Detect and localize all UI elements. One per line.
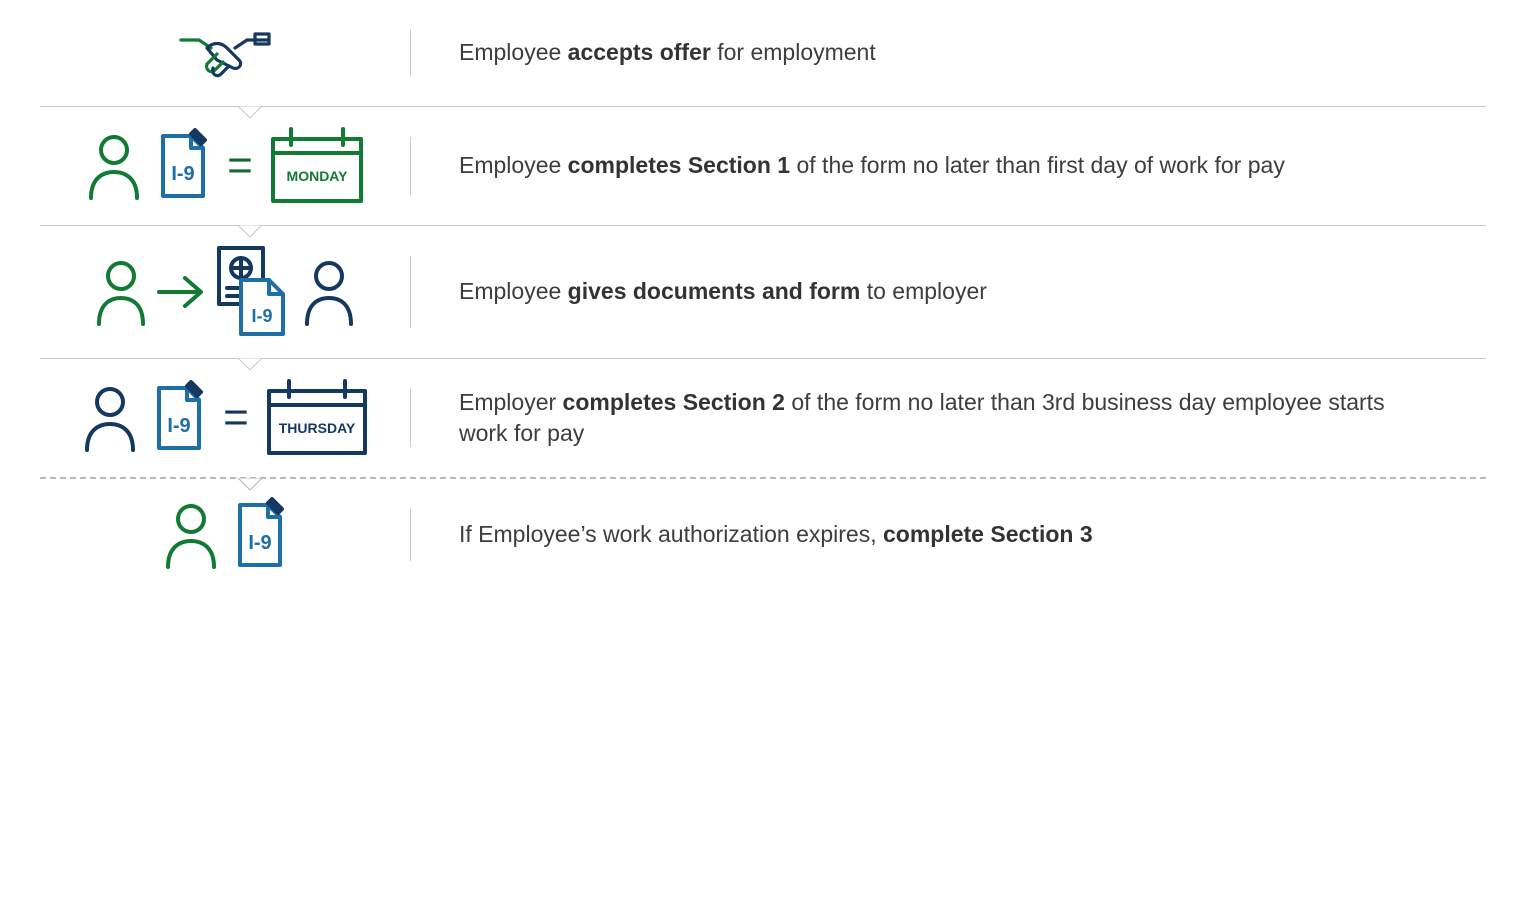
step-1-icons: [40, 18, 410, 88]
svg-text:MONDAY: MONDAY: [286, 168, 348, 184]
step-2-text: Employee completes Section 1 of the form…: [411, 150, 1486, 181]
handshake-icon: [177, 18, 273, 88]
svg-text:I-9: I-9: [251, 306, 272, 326]
step-3-text: Employee gives documents and form to emp…: [411, 276, 1486, 307]
step-5: I-9 If Employee’s work authorization exp…: [0, 479, 1526, 591]
step-2-icons: I-9 = MONDAY: [40, 125, 410, 207]
step-1: Employee accepts offer for employment: [0, 0, 1526, 106]
step-3-icons: I-9: [40, 244, 410, 340]
person-icon: [83, 130, 145, 202]
person-icon: [301, 256, 357, 328]
equals-sign: =: [227, 144, 253, 188]
step-2: I-9 = MONDAY Employee completes Section …: [0, 107, 1526, 225]
svg-text:I-9: I-9: [248, 532, 271, 554]
documents-icon: I-9: [213, 244, 291, 340]
step-4: I-9 = THURSDAY Employer completes Sectio…: [0, 359, 1526, 477]
person-icon: [93, 256, 149, 328]
step-4-text: Employer completes Section 2 of the form…: [411, 387, 1486, 449]
form-icon: I-9: [151, 128, 213, 204]
step-5-text: If Employee’s work authorization expires…: [411, 519, 1486, 550]
process-diagram: Employee accepts offer for employment: [0, 0, 1526, 591]
step-5-icons: I-9: [40, 497, 410, 573]
svg-text:THURSDAY: THURSDAY: [279, 420, 356, 436]
step-1-text: Employee accepts offer for employment: [411, 37, 1486, 68]
person-icon: [160, 499, 222, 571]
svg-text:I-9: I-9: [167, 415, 190, 437]
form-icon: I-9: [147, 380, 209, 456]
arrow-right-icon: [155, 272, 207, 312]
equals-sign: =: [223, 396, 249, 440]
calendar-icon: MONDAY: [267, 125, 367, 207]
form-icon: I-9: [228, 497, 290, 573]
calendar-icon: THURSDAY: [263, 377, 371, 459]
step-4-icons: I-9 = THURSDAY: [40, 377, 410, 459]
step-3: I-9 Employee gives documents and form to…: [0, 226, 1526, 358]
person-icon: [79, 382, 141, 454]
svg-text:I-9: I-9: [171, 163, 194, 185]
